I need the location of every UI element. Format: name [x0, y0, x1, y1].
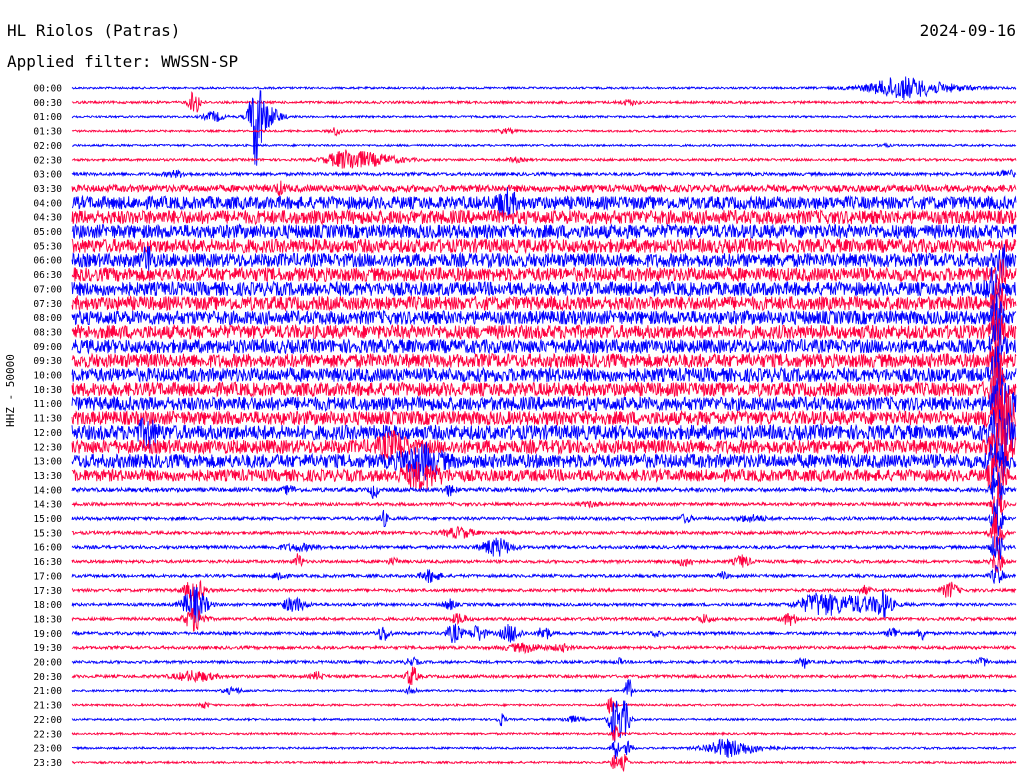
helicorder-plot: 00:00 00:30 01:00 01:30 02:00 02:30 03:00 03:30…: [33, 76, 1017, 773]
time-label: 09:00: [33, 342, 62, 353]
time-label: 00:30: [33, 98, 62, 109]
time-label: 12:30: [33, 442, 62, 453]
time-label: 05:00: [33, 227, 62, 238]
seismic-trace: [71, 564, 1017, 584]
seismic-trace: [71, 549, 1017, 573]
time-label: 11:30: [33, 414, 62, 425]
time-label: 15:30: [33, 528, 62, 539]
seismic-trace: [71, 223, 1017, 240]
time-label: 02:00: [33, 141, 62, 152]
seismic-trace: [71, 76, 1017, 101]
seismic-trace: [71, 142, 1017, 149]
seismic-trace: [71, 535, 1017, 560]
time-label: 01:00: [33, 112, 62, 123]
time-label: 17:30: [33, 586, 62, 597]
seismic-trace: [71, 607, 1017, 632]
time-label: 21:00: [33, 686, 62, 697]
seismic-trace: [71, 738, 1017, 759]
time-label: 19:30: [33, 643, 62, 654]
time-label: 20:00: [33, 658, 62, 669]
seismic-trace: [71, 700, 1017, 743]
seismic-trace: [71, 169, 1017, 179]
seismic-trace: [71, 126, 1017, 137]
seismic-trace: [71, 753, 1017, 773]
seismic-trace: [71, 725, 1017, 741]
seismic-trace: [71, 180, 1017, 197]
seismic-trace: [71, 579, 1017, 603]
time-label: 04:30: [33, 213, 62, 224]
time-label: 00:00: [33, 84, 62, 95]
time-label: 10:30: [33, 385, 62, 396]
seismic-trace: [71, 237, 1017, 255]
seismic-trace: [71, 345, 1017, 403]
time-label: 16:30: [33, 557, 62, 568]
time-label: 11:00: [33, 399, 62, 410]
seismic-trace: [71, 642, 1017, 655]
seismic-trace: [71, 91, 1017, 113]
time-label: 13:30: [33, 471, 62, 482]
time-label: 23:30: [33, 758, 62, 769]
time-label: 08:00: [33, 313, 62, 324]
time-label: 04:00: [33, 198, 62, 209]
time-label: 22:30: [33, 729, 62, 740]
time-label: 18:30: [33, 614, 62, 625]
time-label: 10:00: [33, 371, 62, 382]
time-label: 19:00: [33, 629, 62, 640]
time-label: 20:30: [33, 672, 62, 683]
seismic-trace: [71, 678, 1017, 697]
time-label: 02:30: [33, 155, 62, 166]
time-label: 07:00: [33, 284, 62, 295]
time-label: 06:30: [33, 270, 62, 281]
time-label: 03:30: [33, 184, 62, 195]
time-label: 13:00: [33, 457, 62, 468]
time-label: 08:30: [33, 327, 62, 338]
time-label: 12:00: [33, 428, 62, 439]
seismic-trace: [71, 697, 1017, 715]
time-label: 16:00: [33, 543, 62, 554]
time-label: 07:30: [33, 299, 62, 310]
time-label: 05:30: [33, 241, 62, 252]
seismic-trace: [71, 149, 1017, 169]
seismic-trace: [71, 623, 1017, 643]
time-label: 18:00: [33, 600, 62, 611]
seismic-trace: [71, 656, 1017, 669]
time-label: 17:00: [33, 571, 62, 582]
time-label: 15:00: [33, 514, 62, 525]
time-label: 06:00: [33, 256, 62, 267]
time-label-group: 00:00 00:30 01:00 01:30 02:00 02:30 03:00 03:30…: [33, 84, 62, 769]
time-label: 14:00: [33, 485, 62, 496]
time-label: 22:00: [33, 715, 62, 726]
seismic-trace: [71, 384, 1017, 450]
time-label: 23:00: [33, 744, 62, 755]
seismic-trace: [71, 208, 1017, 226]
time-label: 21:30: [33, 701, 62, 712]
time-label: 14:30: [33, 500, 62, 511]
time-label: 01:30: [33, 127, 62, 138]
time-label: 03:00: [33, 170, 62, 181]
trace-group: [71, 76, 1017, 773]
time-label: 09:30: [33, 356, 62, 367]
seismic-trace: [71, 666, 1017, 686]
